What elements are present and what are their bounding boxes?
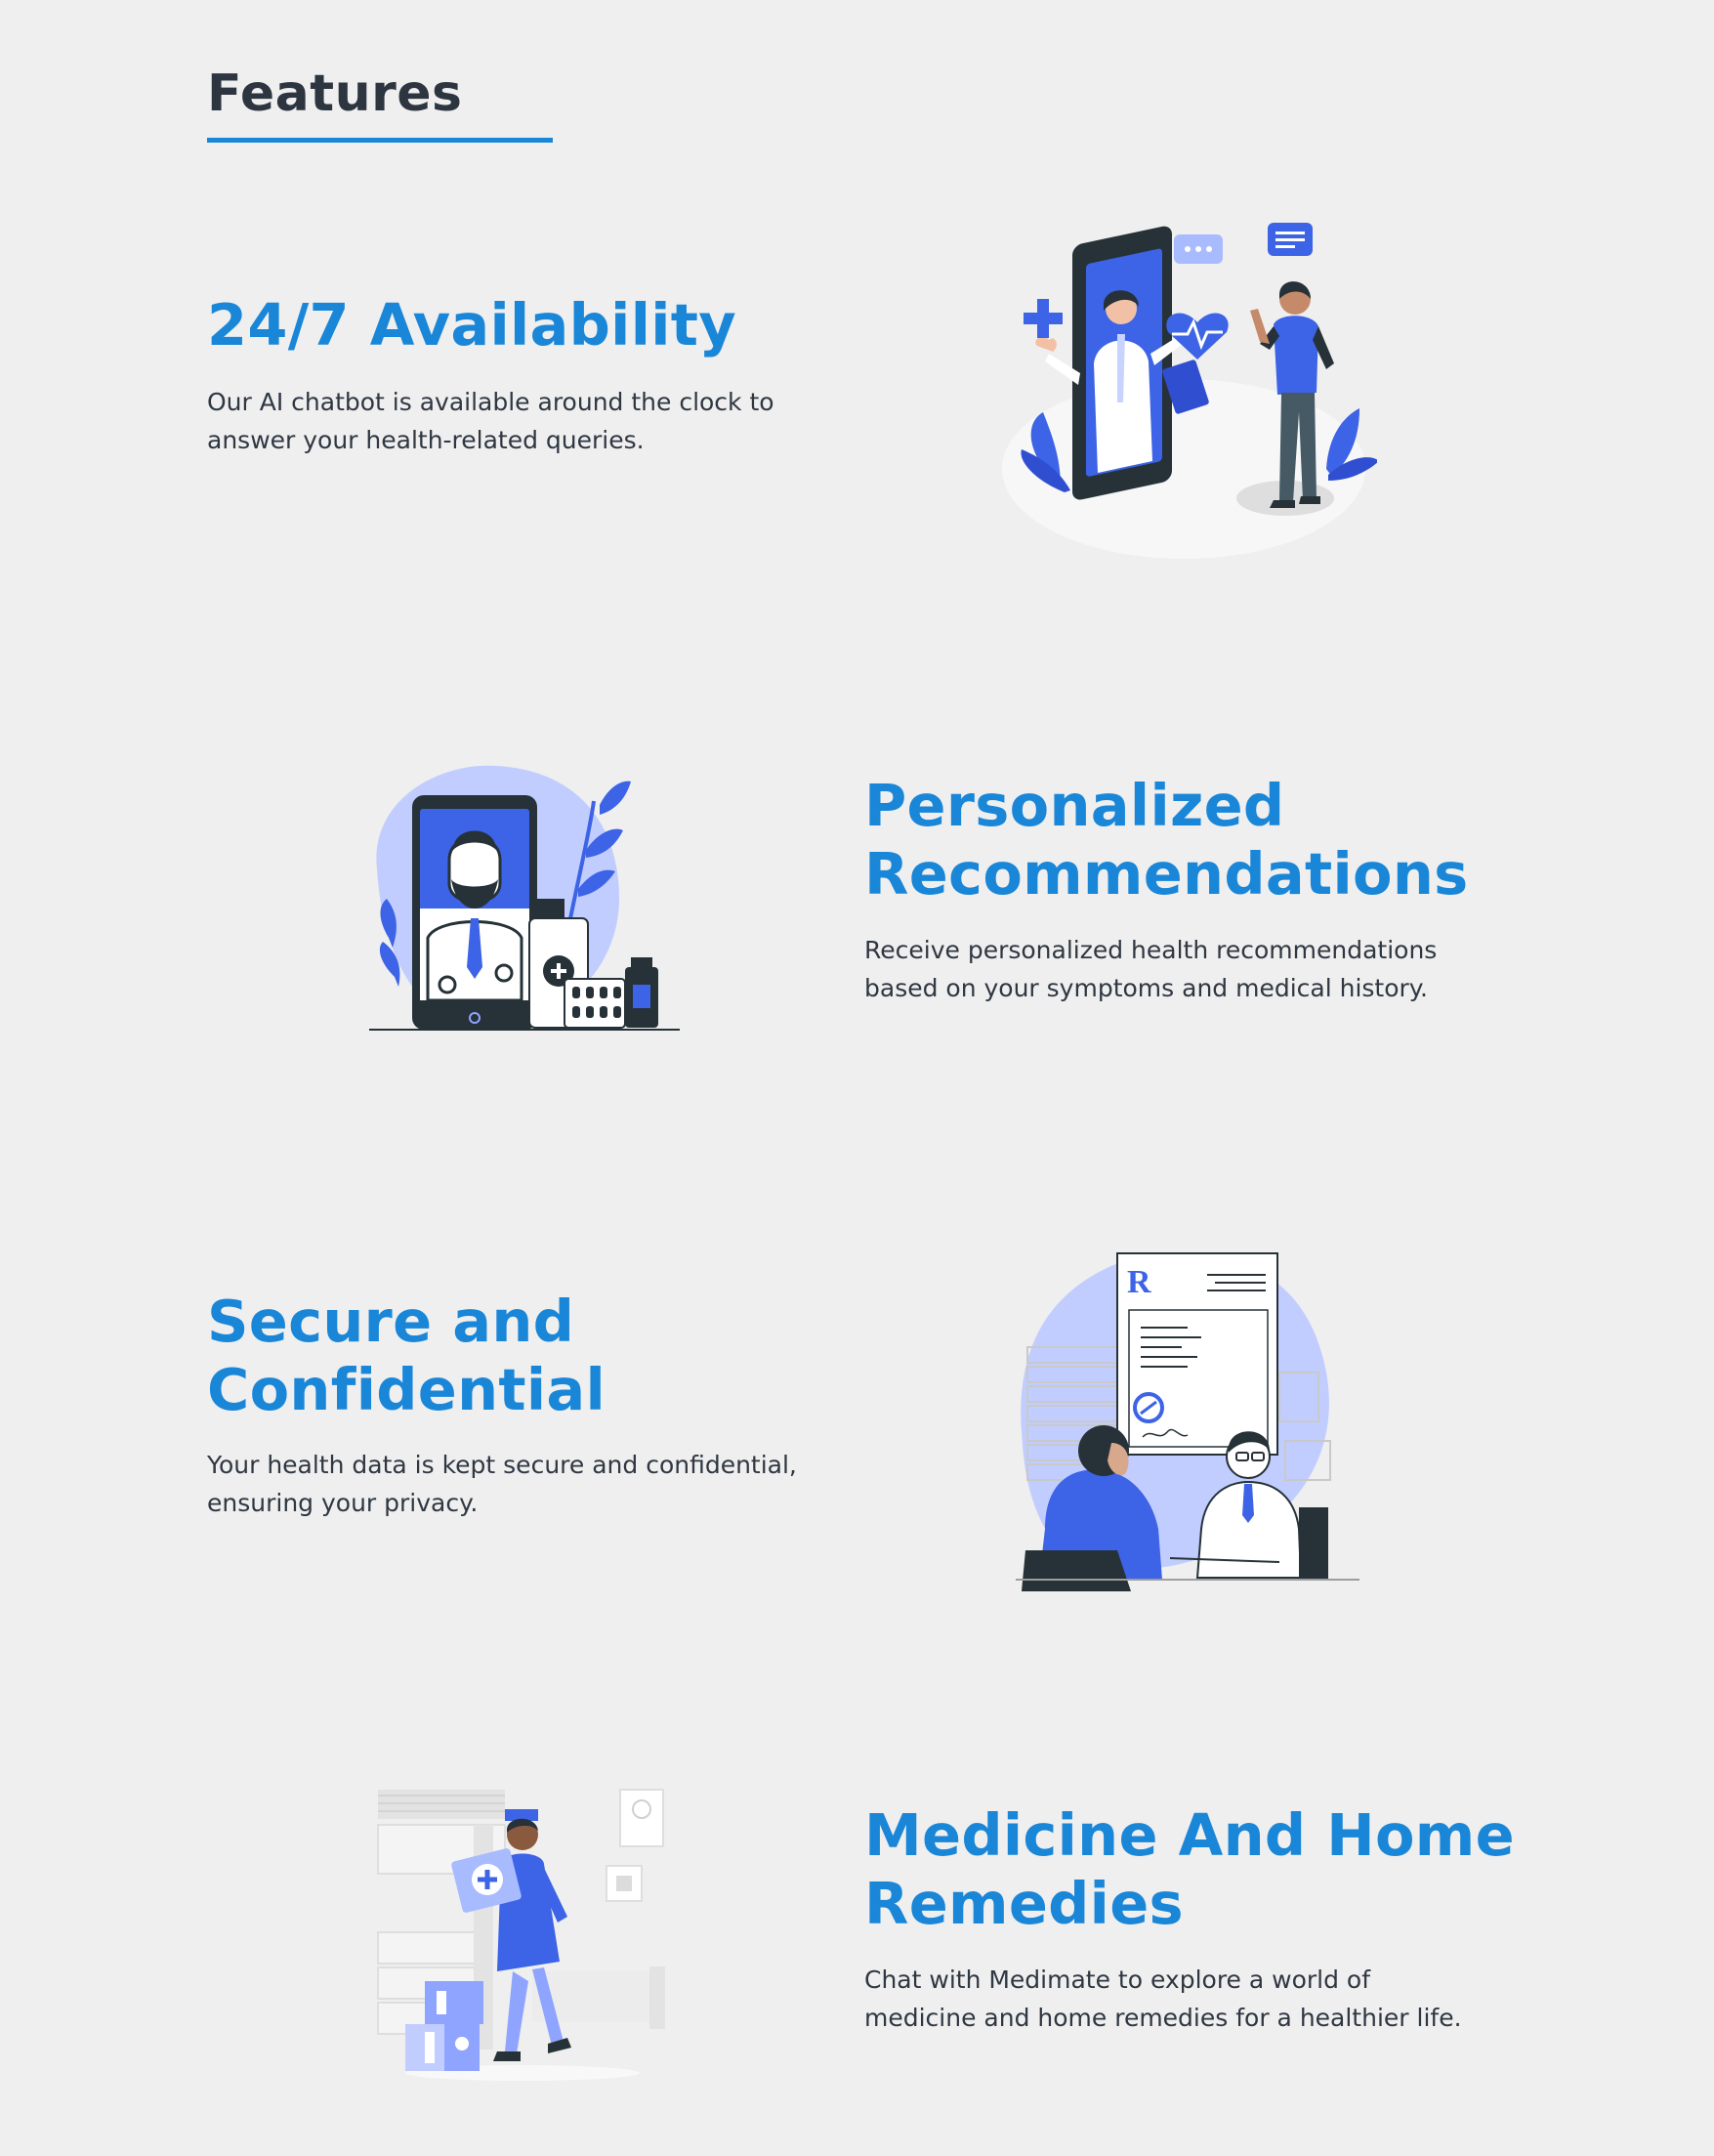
feature-heading: Secure and Confidential: [207, 1288, 606, 1424]
feature-description: Receive personalized health recommendati…: [864, 931, 1437, 1007]
heading-line: Medicine And Home: [864, 1801, 1515, 1869]
feature-description: Your health data is kept secure and conf…: [207, 1446, 797, 1522]
description-line: Chat with Medimate to explore a world of: [864, 1966, 1371, 1994]
description-line: Receive personalized health recommendati…: [864, 936, 1438, 964]
description-line: answer your health-related queries.: [207, 426, 645, 454]
heading-line: Secure and: [207, 1288, 575, 1355]
title-underline: [207, 138, 553, 143]
svg-text:R: R: [1127, 1264, 1151, 1300]
heading-line: Personalized: [864, 772, 1285, 839]
feature-description: Chat with Medimate to explore a world of…: [864, 1961, 1462, 2037]
prescription-consultation-illustration: R: [1016, 1251, 1359, 1591]
description-line: Our AI chatbot is available around the c…: [207, 388, 774, 416]
description-line: medicine and home remedies for a healthi…: [864, 2004, 1462, 2032]
description-line: based on your symptoms and medical histo…: [864, 974, 1428, 1002]
section-title: Features: [207, 64, 463, 123]
description-line: ensuring your privacy.: [207, 1489, 479, 1517]
feature-heading: Medicine And Home Remedies: [864, 1801, 1515, 1938]
feature-description: Our AI chatbot is available around the c…: [207, 383, 774, 459]
heading-line: Recommendations: [864, 840, 1469, 908]
heading-line: Remedies: [864, 1870, 1184, 1937]
heading-line: Confidential: [207, 1356, 606, 1423]
doctor-on-phone-illustration: [369, 765, 680, 1031]
doctor-video-call-illustration: [1002, 223, 1377, 559]
nurse-carrying-medicine-illustration: [377, 1789, 665, 2081]
feature-heading: Personalized Recommendations: [864, 772, 1469, 909]
feature-heading: 24/7 Availability: [207, 291, 737, 359]
description-line: Your health data is kept secure and conf…: [207, 1451, 797, 1479]
